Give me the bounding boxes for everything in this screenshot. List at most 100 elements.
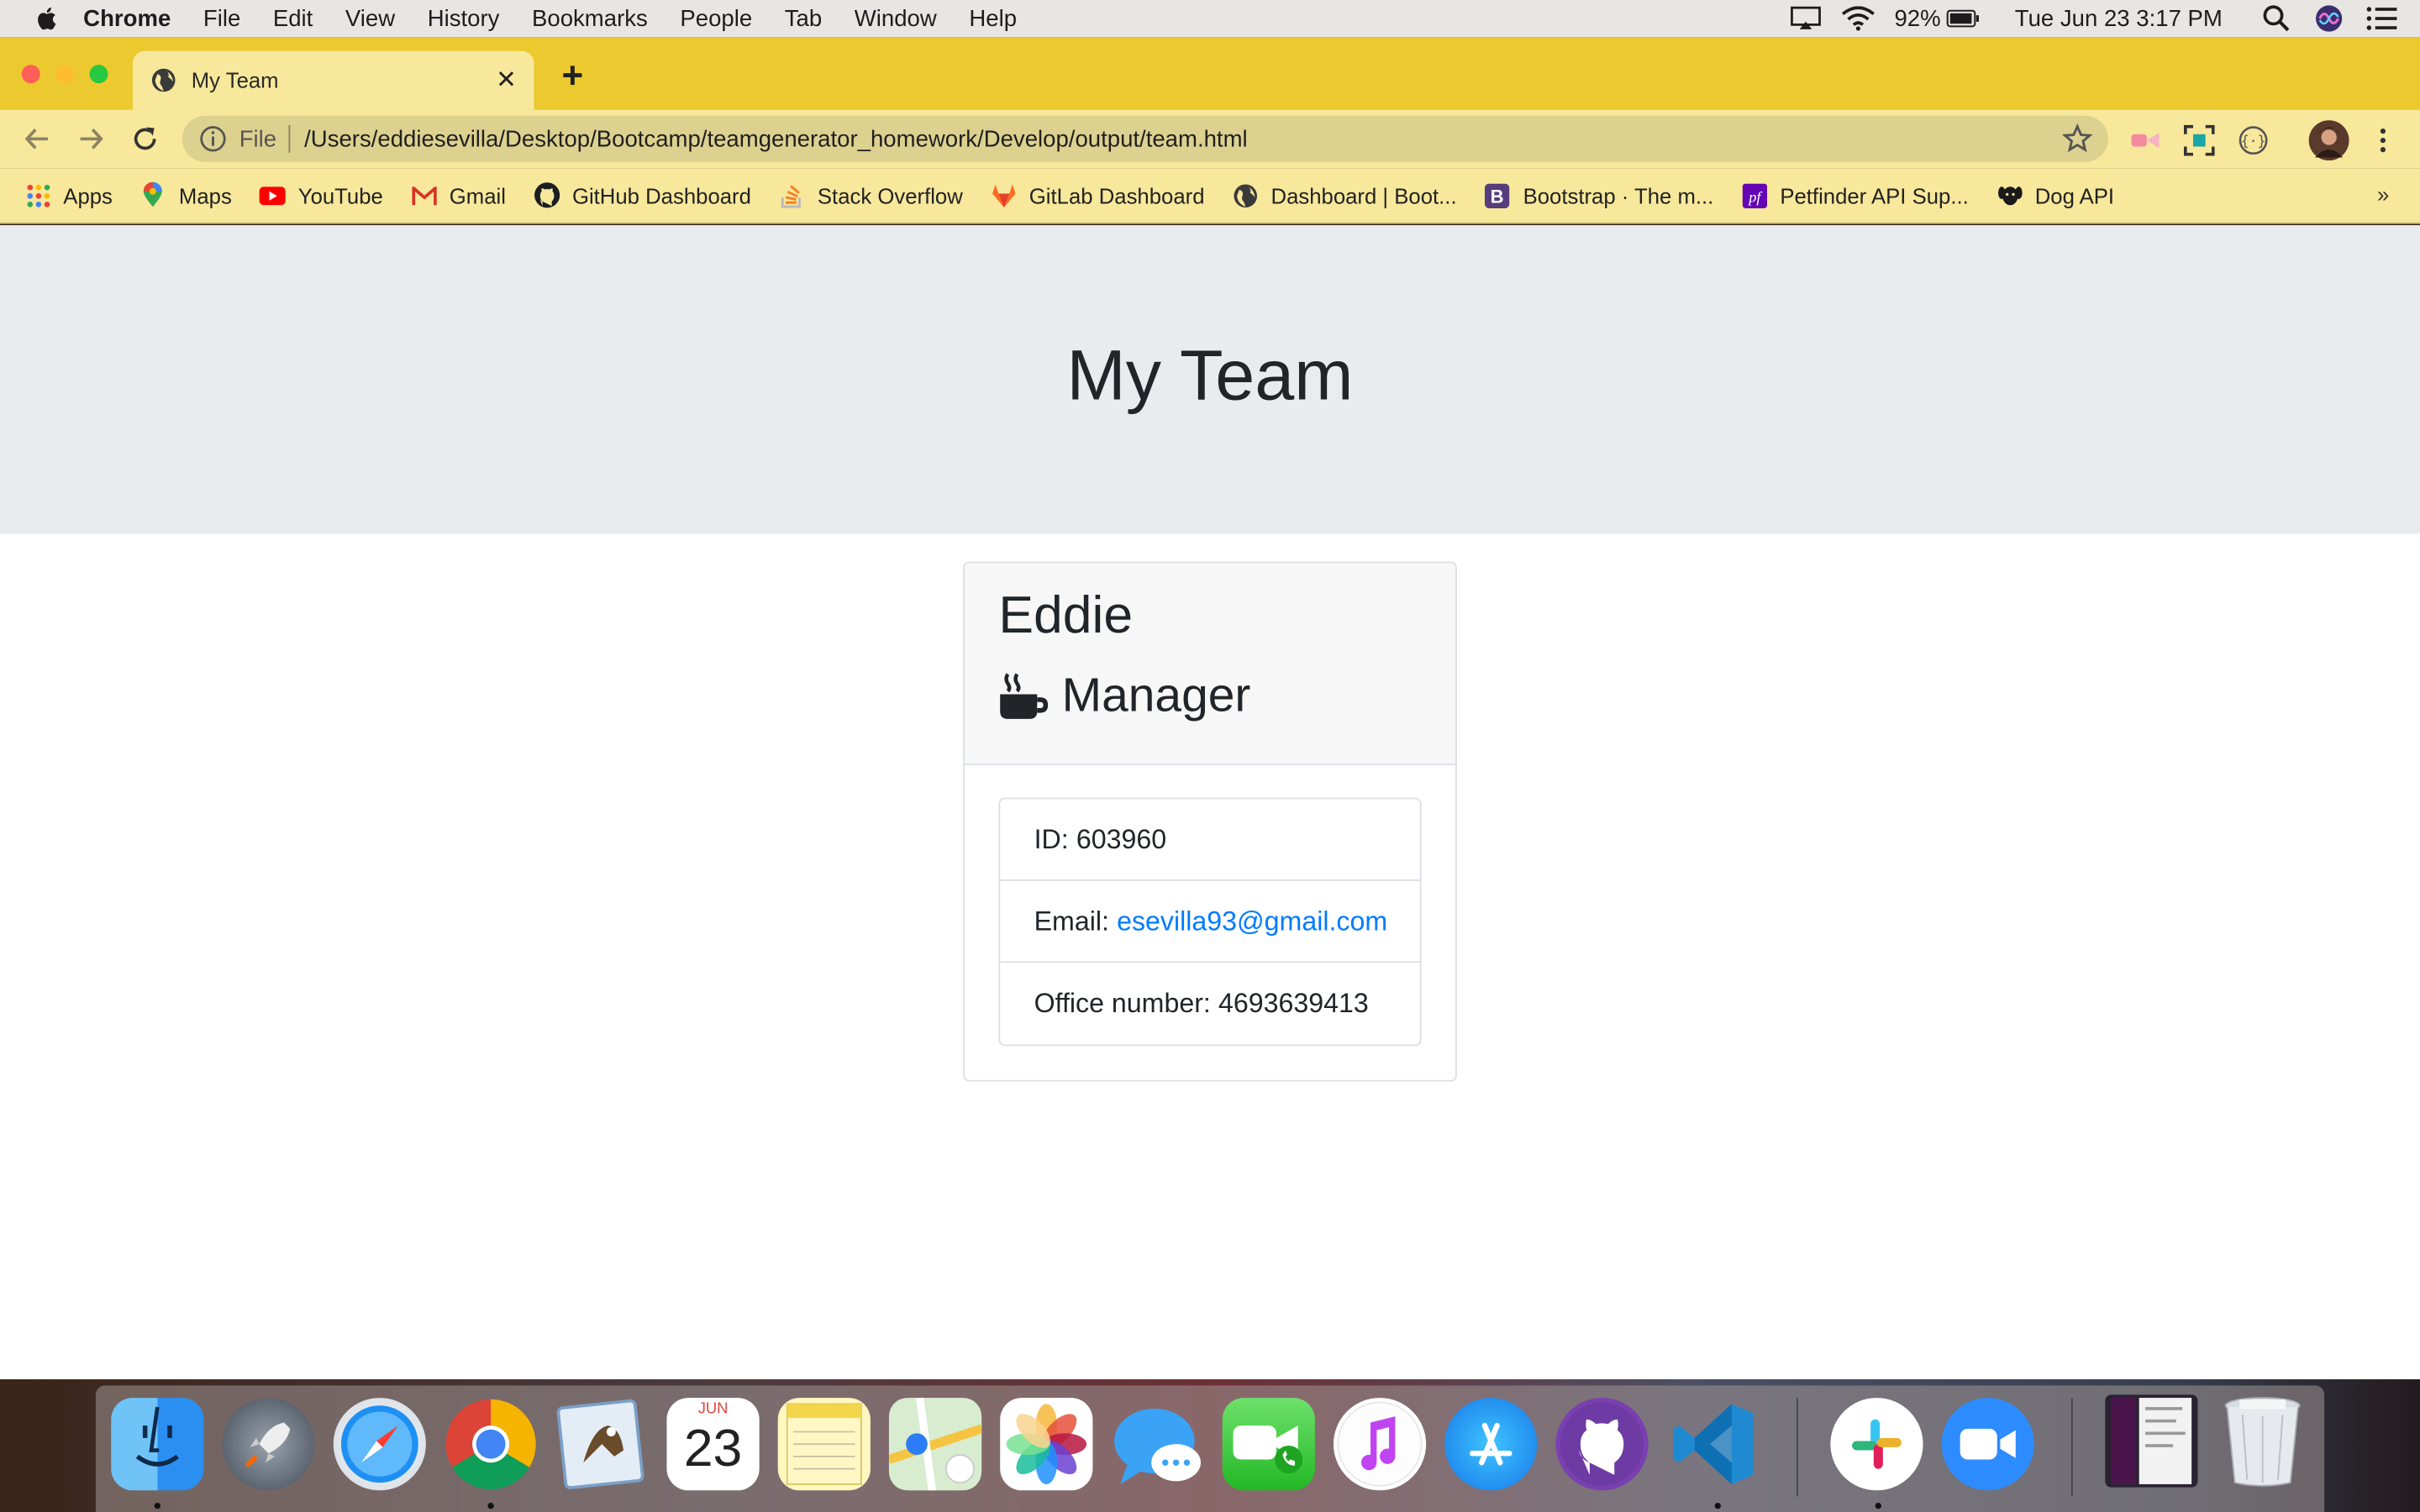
stack-overflow-icon (779, 182, 805, 208)
svg-text:{·}: {·} (2241, 134, 2266, 150)
menu-edit[interactable]: Edit (273, 5, 313, 31)
petfinder-icon: pf (1741, 182, 1767, 208)
siri-icon[interactable] (2312, 5, 2345, 33)
zoom-icon[interactable] (1941, 1398, 2034, 1491)
bookmarks-overflow-button[interactable]: » (2377, 182, 2389, 207)
menu-help[interactable]: Help (969, 5, 1017, 31)
bookmark-github-dashboard[interactable]: GitHub Dashboard (534, 182, 751, 208)
vscode-icon[interactable] (1667, 1398, 1760, 1490)
window-minimize-button[interactable] (55, 65, 75, 84)
bookmark-dog-api[interactable]: Dog API (1996, 182, 2114, 208)
window-close-button[interactable] (21, 65, 40, 84)
bookmark-bootcamp-dashboard[interactable]: Dashboard | Boot... (1233, 182, 1457, 208)
menubar-clock[interactable]: Tue Jun 23 3:17 PM (2015, 5, 2223, 31)
calendar-month: JUN (697, 1400, 729, 1418)
facetime-icon[interactable] (1222, 1398, 1315, 1491)
list-item-id: ID: 603960 (1000, 799, 1420, 881)
chrome-toolbar: File /Users/eddiesevilla/Desktop/Bootcam… (0, 109, 2420, 169)
web-page: My Team Eddie Manager ID: 603960 Email: … (0, 225, 2420, 1380)
employee-card: Eddie Manager ID: 603960 Email: esevilla… (963, 561, 1457, 1082)
bookmark-stack-overflow[interactable]: Stack Overflow (779, 182, 963, 208)
calendar-icon[interactable]: JUN 23 (666, 1398, 760, 1491)
github-icon (534, 182, 560, 208)
bookmark-label: Dog API (2034, 182, 2115, 208)
employee-role-label: Manager (1061, 668, 1251, 722)
github-desktop-icon[interactable] (1555, 1398, 1649, 1491)
bookmark-maps[interactable]: Maps (140, 181, 232, 208)
airplay-icon[interactable] (1790, 5, 1823, 33)
bookmark-petfinder[interactable]: pf Petfinder API Sup... (1741, 182, 1969, 208)
bookmark-label: Dashboard | Boot... (1270, 182, 1457, 208)
recent-window-thumbnail[interactable] (2105, 1394, 2198, 1488)
screenshot-extension-icon[interactable] (2182, 123, 2216, 157)
bookmark-gitlab-dashboard[interactable]: GitLab Dashboard (991, 182, 1205, 208)
bookmark-label: Gmail (449, 182, 506, 208)
menu-people[interactable]: People (680, 5, 752, 31)
globe-icon (1233, 182, 1259, 208)
address-bar[interactable]: File /Users/eddiesevilla/Desktop/Bootcam… (182, 115, 2108, 162)
window-zoom-button[interactable] (89, 65, 108, 84)
bookmark-star-icon[interactable] (2061, 123, 2093, 155)
url-text[interactable]: /Users/eddiesevilla/Desktop/Bootcamp/tea… (304, 126, 2062, 152)
bookmark-apps[interactable]: Apps (24, 182, 113, 208)
json-viewer-extension-icon[interactable]: {·} (2236, 123, 2270, 157)
photos-icon[interactable] (1000, 1398, 1093, 1491)
chrome-icon[interactable] (445, 1398, 537, 1490)
launchpad-icon[interactable] (222, 1398, 315, 1491)
trash-icon[interactable] (2217, 1394, 2309, 1487)
email-link[interactable]: esevilla93@gmail.com (1117, 905, 1387, 937)
screencastify-extension-icon[interactable] (2128, 123, 2162, 157)
bookmark-label: GitLab Dashboard (1028, 182, 1205, 208)
menu-bookmarks[interactable]: Bookmarks (532, 5, 648, 31)
bookmark-label: Maps (178, 182, 232, 208)
profile-avatar[interactable] (2308, 120, 2349, 161)
id-value: 603960 (1076, 822, 1167, 854)
reload-button[interactable] (127, 120, 164, 157)
back-button[interactable] (18, 120, 55, 157)
mail-icon[interactable] (555, 1398, 648, 1490)
tab-my-team[interactable]: My Team ✕ (132, 50, 534, 110)
menu-window[interactable]: Window (855, 5, 937, 31)
forward-button[interactable] (72, 120, 109, 157)
menu-tab[interactable]: Tab (785, 5, 822, 31)
site-info-icon[interactable] (199, 125, 227, 153)
new-tab-button[interactable]: + (553, 55, 593, 97)
chrome-tab-strip: My Team ✕ + (0, 37, 2420, 110)
itunes-icon[interactable] (1333, 1398, 1427, 1491)
bookmark-youtube[interactable]: YouTube (259, 182, 383, 208)
messages-icon[interactable] (1111, 1398, 1203, 1490)
notes-icon[interactable] (777, 1398, 871, 1491)
tab-close-icon[interactable]: ✕ (487, 61, 524, 98)
dock-divider (2070, 1398, 2073, 1497)
wifi-icon[interactable] (1842, 5, 1876, 33)
menu-app-name[interactable]: Chrome (83, 5, 171, 31)
menu-history[interactable]: History (428, 5, 500, 31)
id-label: ID: (1034, 822, 1069, 854)
battery-percent: 92% (1894, 5, 1941, 32)
bookmark-bootstrap[interactable]: B Bootstrap · The m... (1485, 182, 1714, 208)
running-indicator (1875, 1502, 1881, 1509)
list-item-email: Email: esevilla93@gmail.com (1000, 881, 1420, 963)
notification-center-icon[interactable] (2365, 5, 2398, 33)
bookmark-gmail[interactable]: Gmail (411, 182, 506, 208)
menu-view[interactable]: View (345, 5, 395, 31)
running-indicator (487, 1502, 494, 1509)
macos-menubar: Chrome File Edit View History Bookmarks … (0, 0, 2420, 38)
finder-icon[interactable] (111, 1398, 204, 1491)
bookmark-label: GitHub Dashboard (571, 182, 751, 208)
app-store-icon[interactable] (1444, 1398, 1538, 1491)
apple-icon[interactable] (34, 5, 61, 33)
dock-divider (1796, 1398, 1798, 1497)
spotlight-search-icon[interactable] (2260, 5, 2293, 33)
bookmark-label: Bootstrap · The m... (1523, 182, 1714, 208)
dog-icon (1996, 182, 2023, 208)
coffee-mug-icon (1000, 673, 1049, 719)
safari-icon[interactable] (333, 1398, 426, 1491)
battery-icon[interactable] (1947, 5, 1981, 33)
maps-icon[interactable] (888, 1398, 982, 1491)
menu-file[interactable]: File (203, 5, 240, 31)
slack-icon[interactable] (1830, 1398, 1923, 1491)
running-indicator (1714, 1502, 1721, 1509)
chrome-menu-icon[interactable] (2366, 123, 2400, 157)
bookmark-label: Stack Overflow (817, 182, 963, 208)
